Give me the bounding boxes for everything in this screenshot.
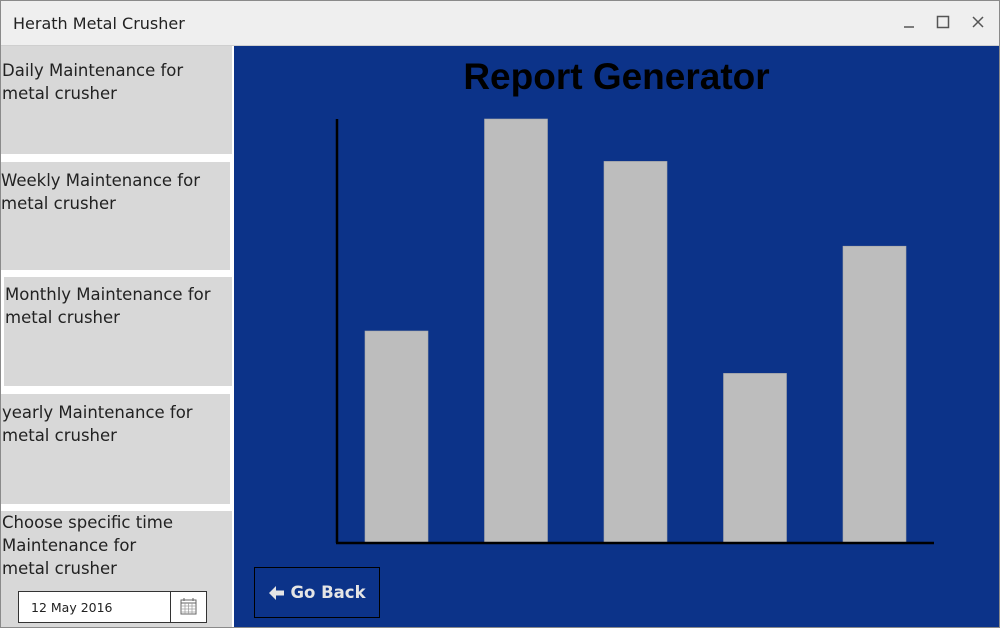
chart-bar <box>842 245 907 544</box>
chart-bar <box>723 373 787 544</box>
sidebar-item-label: Choose specific time Maintenance for met… <box>2 513 174 578</box>
chart-bar <box>364 330 429 544</box>
date-picker[interactable]: 12 May 2016 <box>18 591 207 623</box>
sidebar-item-yearly[interactable]: yearly Maintenance for metal crusher <box>1 394 230 504</box>
sidebar-item-label: Weekly Maintenance for metal crusher <box>1 171 200 213</box>
chart-bar <box>603 161 668 544</box>
sidebar-item-label: yearly Maintenance for metal crusher <box>2 403 193 445</box>
go-back-button[interactable]: Go Back <box>254 567 380 618</box>
go-back-label: Go Back <box>290 583 366 602</box>
sidebar: Daily Maintenance for metal crusher Week… <box>1 46 234 627</box>
sidebar-item-label: Monthly Maintenance for metal crusher <box>5 285 211 327</box>
chart-bar <box>484 118 548 544</box>
close-icon[interactable] <box>968 13 988 33</box>
calendar-icon <box>180 598 197 615</box>
sidebar-item-monthly[interactable]: Monthly Maintenance for metal crusher <box>4 277 232 386</box>
arrow-left-icon <box>269 585 285 600</box>
bar-chart <box>335 118 934 545</box>
sidebar-item-label: Daily Maintenance for metal crusher <box>2 61 184 103</box>
window-title: Herath Metal Crusher <box>13 14 185 33</box>
main-panel: Report Generator Go Back <box>234 46 999 627</box>
minimize-icon[interactable] <box>899 13 919 33</box>
title-bar: Herath Metal Crusher <box>1 1 999 46</box>
calendar-button[interactable] <box>170 592 206 622</box>
sidebar-item-weekly[interactable]: Weekly Maintenance for metal crusher <box>1 162 230 270</box>
sidebar-item-daily[interactable]: Daily Maintenance for metal crusher <box>1 46 232 154</box>
app-window: Herath Metal Crusher Daily Maintenance f… <box>0 0 1000 628</box>
maximize-icon[interactable] <box>933 13 953 33</box>
date-input[interactable]: 12 May 2016 <box>31 600 113 615</box>
